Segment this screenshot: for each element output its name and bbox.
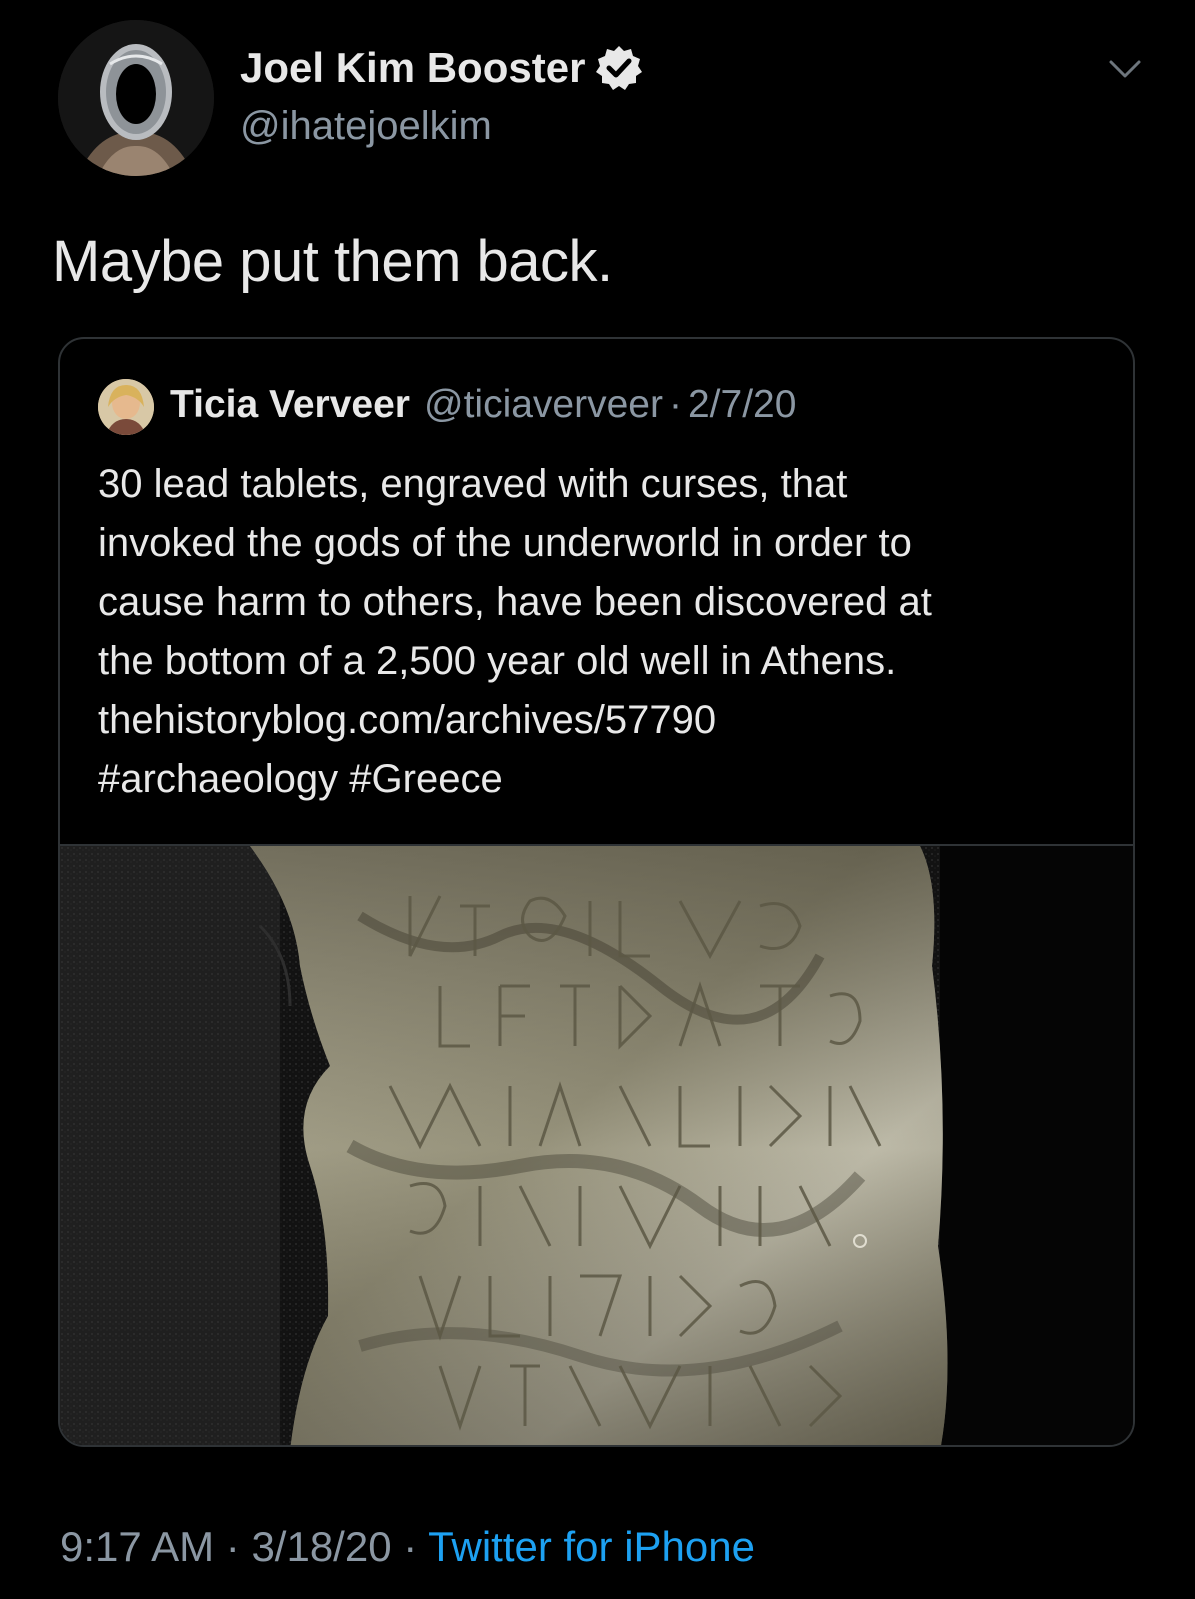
chevron-down-icon[interactable] [1108, 58, 1142, 80]
quoted-text-line: cause harm to others, have been discover… [98, 580, 932, 624]
quoted-handle[interactable]: @ticiaverveer [424, 383, 663, 427]
quoted-link[interactable]: thehistoryblog.com/archives/57790 [98, 691, 1108, 750]
quoted-text-line: 30 lead tablets, engraved with curses, t… [98, 462, 848, 506]
quoted-author-avatar[interactable] [98, 379, 154, 435]
quoted-text: 30 lead tablets, engraved with curses, t… [98, 455, 1108, 809]
tweet-date[interactable]: 3/18/20 [251, 1523, 391, 1570]
quoted-media[interactable] [60, 844, 1133, 1445]
tweet-footer: 9:17 AM · 3/18/20 · Twitter for iPhone [60, 1523, 755, 1571]
tweet-text: Maybe put them back. [52, 229, 613, 294]
profile-photo-icon [98, 379, 154, 435]
meta-separator: · [668, 383, 682, 426]
profile-photo-icon [58, 20, 214, 176]
quoted-text-line: invoked the gods of the underworld in or… [98, 521, 912, 565]
quoted-display-name[interactable]: Ticia Verveer [170, 383, 410, 427]
author-display-name[interactable]: Joel Kim Booster [240, 44, 585, 92]
verified-badge-icon [596, 46, 643, 90]
author-avatar[interactable] [58, 20, 214, 176]
tweet-source-link[interactable]: Twitter for iPhone [428, 1523, 755, 1570]
tweet-time[interactable]: 9:17 AM [60, 1523, 214, 1570]
quoted-tweet-card[interactable]: Ticia Verveer @ticiaverveer · 2/7/20 30 … [58, 337, 1135, 1447]
quoted-date[interactable]: 2/7/20 [688, 383, 796, 427]
quoted-hashtags[interactable]: #archaeology #Greece [98, 750, 1108, 809]
lead-tablet-photo-icon [60, 846, 1133, 1445]
quoted-header: Ticia Verveer @ticiaverveer · 2/7/20 [170, 383, 796, 427]
author-handle[interactable]: @ihatejoelkim [240, 104, 492, 149]
meta-separator: · [214, 1523, 252, 1570]
quoted-text-line: the bottom of a 2,500 year old well in A… [98, 639, 897, 683]
meta-separator: · [391, 1523, 429, 1570]
author-display-name-row: Joel Kim Booster [240, 44, 643, 92]
